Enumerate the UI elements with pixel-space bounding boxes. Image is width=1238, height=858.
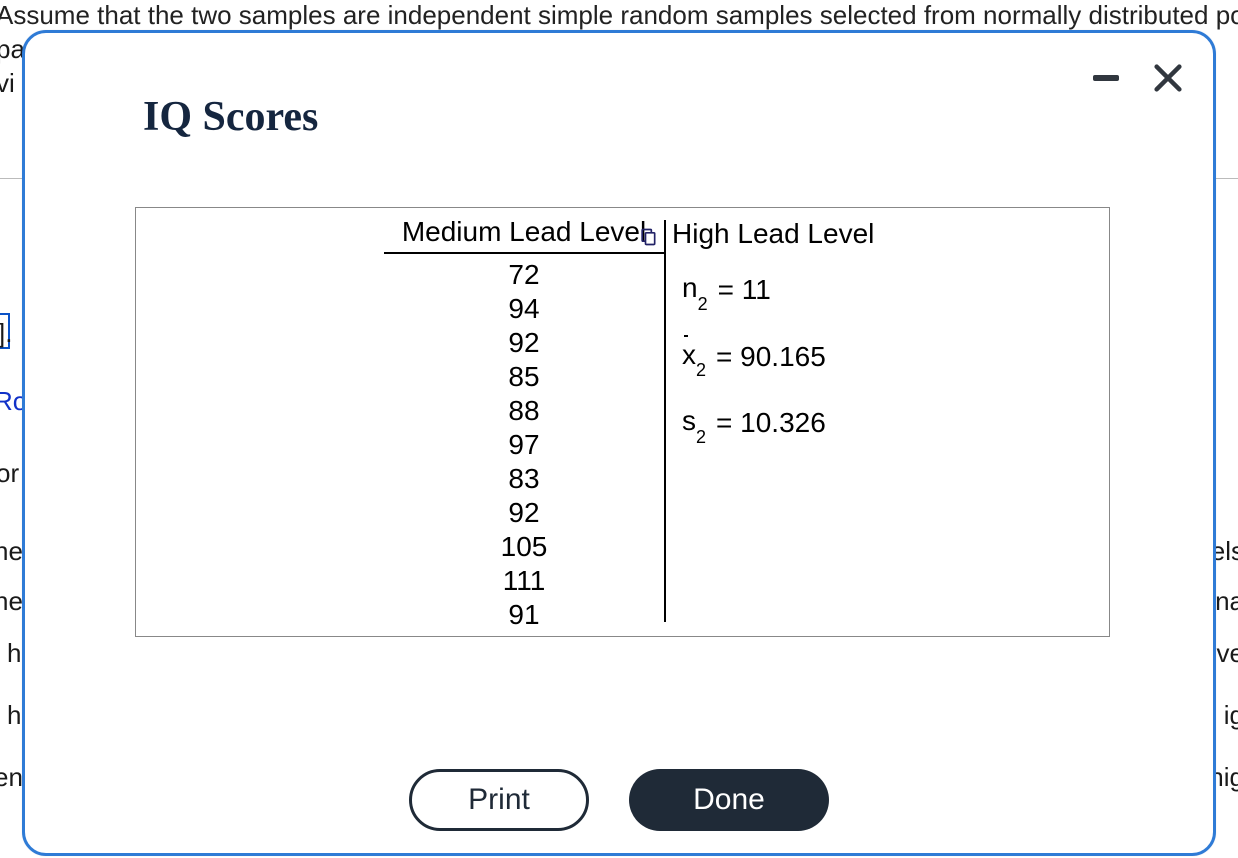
bg-frag: ve: [1217, 638, 1238, 669]
stat-value: = 10.326: [716, 407, 826, 439]
print-button[interactable]: Print: [409, 769, 589, 831]
data-cell: 83: [384, 462, 664, 496]
data-cell: 91: [384, 598, 664, 632]
medium-values-column: 72 94 92 85 88 97 83 92 105 111 91: [384, 254, 664, 632]
bg-frag: na: [1215, 586, 1238, 617]
bg-frag: ne: [0, 536, 23, 567]
stat-symbol: s: [682, 405, 696, 436]
bg-frag: ig: [1224, 700, 1238, 731]
close-icon[interactable]: [1151, 61, 1185, 95]
stat-subscript: 2: [696, 360, 706, 380]
column-header-medium: Medium Lead Level: [384, 216, 664, 254]
dialog-title: IQ Scores: [143, 93, 318, 141]
bg-frag: vi: [0, 68, 15, 99]
data-table-container: Medium Lead Level High Lead Level 72 94 …: [135, 207, 1110, 637]
done-button[interactable]: Done: [629, 769, 829, 831]
data-cell: 92: [384, 496, 664, 530]
bg-frag: l h: [0, 638, 21, 669]
column-header-high: High Lead Level: [664, 218, 894, 254]
stat-symbol: n: [682, 272, 698, 303]
copy-data-icon[interactable]: [638, 222, 658, 242]
high-stats-column: n2 = 11 x2 = 90.165 s2 = 10.326: [664, 254, 924, 632]
data-cell: 97: [384, 428, 664, 462]
data-cell: 111: [384, 564, 664, 598]
stat-symbol: x: [682, 339, 696, 371]
stat-subscript: 2: [696, 427, 706, 447]
stat-subscript: 2: [698, 294, 708, 314]
data-cell: 88: [384, 394, 664, 428]
bg-frag: en: [0, 762, 23, 793]
minimize-icon[interactable]: [1089, 61, 1123, 95]
bg-frag: ].: [0, 318, 12, 349]
table-divider: [664, 220, 666, 622]
data-cell: 105: [384, 530, 664, 564]
column-header-label: Medium Lead Level: [402, 216, 646, 247]
bg-frag: l h: [0, 700, 21, 731]
stat-n: n2 = 11: [682, 272, 924, 309]
bg-frag: ne: [0, 586, 23, 617]
data-cell: 85: [384, 360, 664, 394]
data-cell: 94: [384, 292, 664, 326]
data-cell: 72: [384, 258, 664, 292]
stat-xbar: x2 = 90.165: [682, 339, 924, 376]
stat-value: = 90.165: [716, 341, 826, 373]
iq-scores-dialog: IQ Scores Medium Lead Level High Lead Le…: [22, 30, 1216, 856]
stat-value: = 11: [718, 274, 771, 306]
stat-s: s2 = 10.326: [682, 405, 924, 442]
background-line: Assume that the two samples are independ…: [0, 0, 1238, 31]
data-cell: 92: [384, 326, 664, 360]
bg-frag: or: [0, 458, 19, 489]
